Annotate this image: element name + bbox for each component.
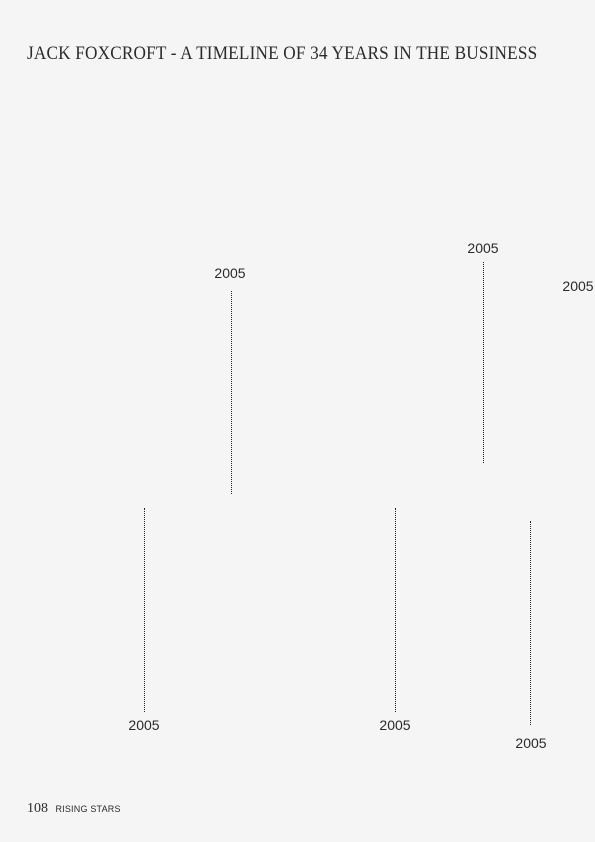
page-number: 108 xyxy=(27,801,48,816)
timeline-year: 2005 xyxy=(562,278,594,294)
timeline-year: 2005 xyxy=(467,240,499,256)
page-title: JACK FOXCROFT - A TIMELINE OF 34 YEARS I… xyxy=(27,44,538,64)
page-footer: 108 RISING STARS xyxy=(27,799,121,817)
timeline-year: 2005 xyxy=(515,735,547,751)
timeline-year: 2005 xyxy=(214,265,246,281)
section-name: RISING STARS xyxy=(55,804,121,814)
timeline-connector xyxy=(231,291,232,494)
timeline-connector xyxy=(395,508,396,712)
timeline-year: 2005 xyxy=(379,717,411,733)
timeline-year: 2005 xyxy=(128,717,160,733)
timeline-connector xyxy=(530,521,531,725)
timeline-connector xyxy=(483,262,484,463)
timeline-connector xyxy=(144,508,145,712)
